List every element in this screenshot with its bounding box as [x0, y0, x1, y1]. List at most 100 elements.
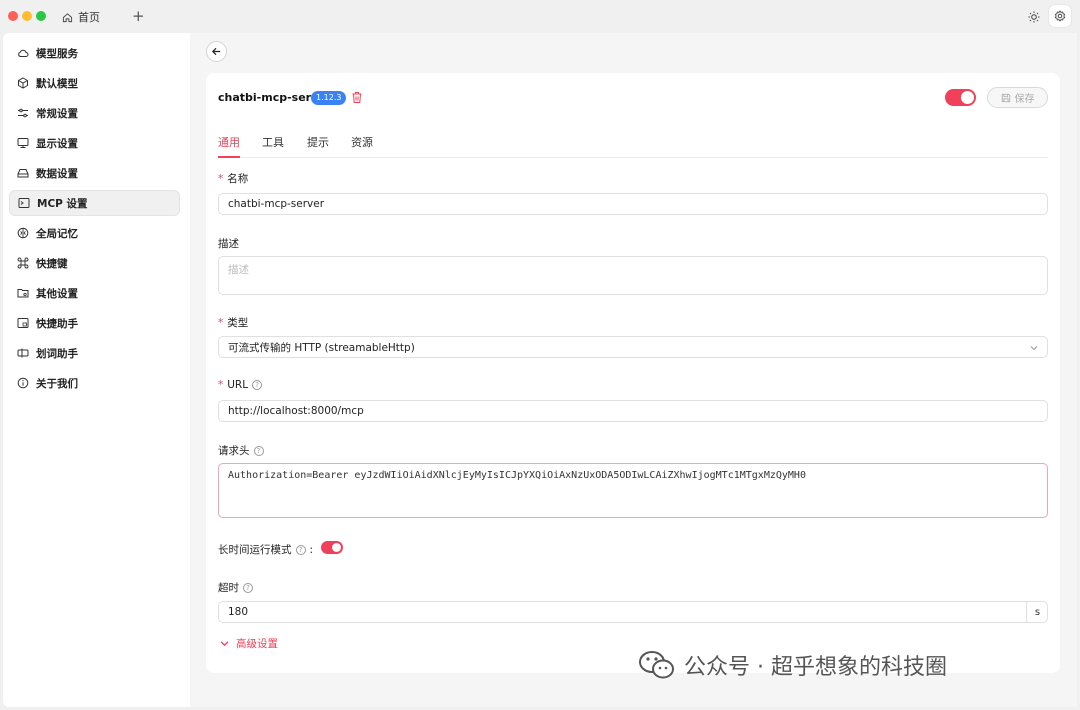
- headers-textarea[interactable]: Authorization=Bearer eyJzdWIiOiAidXNlcjE…: [218, 463, 1048, 518]
- save-icon: [1001, 93, 1010, 102]
- save-button-label: 保存: [1014, 94, 1035, 105]
- home-icon: [62, 12, 73, 22]
- timeout-input[interactable]: 180: [218, 601, 1048, 623]
- terminal-icon: [18, 198, 30, 208]
- close-window-button[interactable]: [8, 11, 18, 21]
- name-label: * 名称: [218, 171, 248, 186]
- desc-textarea[interactable]: 描述: [218, 256, 1048, 295]
- sidebar-item-label: 数据设置: [36, 167, 78, 180]
- toggle-knob: [332, 543, 341, 552]
- advanced-settings-label: 高级设置: [236, 638, 278, 650]
- sidebar-item-selection-assistant[interactable]: 划词助手: [9, 340, 180, 366]
- sidebar-item-label: 关于我们: [36, 377, 78, 390]
- command-icon: [17, 257, 29, 269]
- info-icon: [17, 377, 29, 389]
- sun-icon: [1028, 11, 1039, 22]
- tab-home[interactable]: 首页: [62, 8, 100, 26]
- tab-home-label: 首页: [78, 11, 100, 24]
- url-label-text: URL: [227, 379, 249, 391]
- required-marker: *: [218, 172, 224, 185]
- sidebar-item-label: 划词助手: [36, 347, 78, 360]
- sidebar-item-label: 其他设置: [36, 287, 78, 300]
- toggle-knob: [961, 91, 974, 104]
- type-label: * 类型: [218, 315, 248, 330]
- required-marker: *: [218, 316, 224, 329]
- server-enabled-toggle[interactable]: [945, 89, 976, 106]
- type-select[interactable]: 可流式传输的 HTTP (streamableHttp): [218, 336, 1048, 358]
- chevron-down-icon: [1030, 346, 1038, 351]
- desc-label: 描述: [218, 236, 239, 251]
- name-label-text: 名称: [227, 173, 249, 185]
- sidebar-item-default-model[interactable]: 默认模型: [9, 70, 180, 96]
- monitor-icon: [17, 138, 29, 148]
- advanced-settings-toggle[interactable]: 高级设置: [220, 636, 278, 651]
- name-input[interactable]: chatbi-mcp-server: [218, 193, 1048, 215]
- help-icon[interactable]: ?: [252, 380, 263, 390]
- wechat-icon: [639, 651, 674, 679]
- sidebar-item-quick-assistant[interactable]: 快捷助手: [9, 310, 180, 336]
- config-tabs: 通用 工具 提示 资源: [218, 131, 1048, 158]
- sidebar-item-label: 快捷键: [36, 257, 68, 270]
- gear-icon: [1054, 10, 1066, 22]
- sidebar-item-display[interactable]: 显示设置: [9, 130, 180, 156]
- label-colon: :: [309, 543, 314, 556]
- cube-icon: [18, 77, 28, 89]
- sidebar-item-other[interactable]: 其他设置: [9, 280, 180, 306]
- sliders-icon: [18, 108, 28, 118]
- sidebar-item-about[interactable]: 关于我们: [9, 370, 180, 396]
- title-bar: 首页 +: [0, 0, 1080, 33]
- tab-general[interactable]: 通用: [218, 134, 240, 150]
- type-label-text: 类型: [227, 317, 249, 329]
- settings-button[interactable]: [1049, 5, 1071, 27]
- sidebar-item-model-service[interactable]: 模型服务: [9, 40, 180, 66]
- sidebar-item-general[interactable]: 常规设置: [9, 100, 180, 126]
- folder-gear-icon: [17, 289, 29, 298]
- cloud-icon: [18, 49, 29, 57]
- maximize-window-button[interactable]: [36, 11, 46, 21]
- watermark-text: 公众号 · 超乎想象的科技圈: [684, 655, 947, 680]
- sidebar-item-mcp[interactable]: MCP 设置: [9, 190, 180, 216]
- sidebar-item-label: 默认模型: [36, 77, 78, 90]
- desc-label-text: 描述: [218, 238, 239, 250]
- sidebar-item-label: 显示设置: [36, 137, 78, 150]
- help-icon[interactable]: ?: [295, 544, 306, 555]
- help-icon[interactable]: ?: [243, 582, 253, 593]
- minimize-window-button[interactable]: [22, 11, 32, 21]
- sidebar-item-label: 快捷助手: [36, 317, 78, 330]
- url-input[interactable]: http://localhost:8000/mcp: [218, 400, 1048, 422]
- sidebar-item-label: 模型服务: [36, 47, 78, 60]
- sidebar-item-label: 常规设置: [36, 107, 78, 120]
- brain-icon: [17, 227, 29, 239]
- headers-label: 请求头 ?: [218, 443, 264, 458]
- sidebar-item-shortcuts[interactable]: 快捷键: [9, 250, 180, 276]
- timeout-label: 超时 ?: [218, 580, 253, 595]
- tab-resources[interactable]: 资源: [351, 134, 373, 150]
- text-cursor-icon: [17, 348, 29, 358]
- sidebar-item-global-memory[interactable]: 全局记忆: [9, 220, 180, 246]
- long-running-label: 长时间运行模式 ? :: [218, 542, 313, 557]
- long-running-toggle[interactable]: [321, 541, 343, 554]
- trash-icon[interactable]: [351, 91, 363, 104]
- sidebar-item-data[interactable]: 数据设置: [9, 160, 180, 186]
- sidebar-item-label: MCP 设置: [37, 197, 88, 210]
- help-icon[interactable]: ?: [253, 445, 264, 456]
- tab-tools[interactable]: 工具: [262, 134, 284, 150]
- save-button[interactable]: 保存: [987, 87, 1048, 108]
- url-input-value: http://localhost:8000/mcp: [228, 405, 364, 417]
- theme-toggle-button[interactable]: [1025, 8, 1042, 25]
- drive-icon: [17, 169, 29, 178]
- tab-prompts[interactable]: 提示: [307, 134, 329, 150]
- watermark: 公众号 · 超乎想象的科技圈: [638, 649, 947, 681]
- long-running-label-text: 长时间运行模式: [218, 544, 292, 556]
- name-input-value: chatbi-mcp-server: [228, 198, 325, 210]
- chevron-down-icon: [220, 641, 229, 647]
- timeout-label-text: 超时: [218, 582, 239, 594]
- arrow-left-icon: [211, 47, 221, 56]
- back-button[interactable]: [206, 41, 227, 62]
- add-tab-button[interactable]: +: [132, 7, 145, 25]
- version-badge: 1.12.3: [311, 91, 347, 105]
- server-config-card: [206, 73, 1060, 673]
- url-label: * URL ?: [218, 379, 263, 391]
- headers-value: Authorization=Bearer eyJzdWIiOiAidXNlcjE…: [228, 470, 806, 481]
- active-tab-indicator: [218, 156, 240, 158]
